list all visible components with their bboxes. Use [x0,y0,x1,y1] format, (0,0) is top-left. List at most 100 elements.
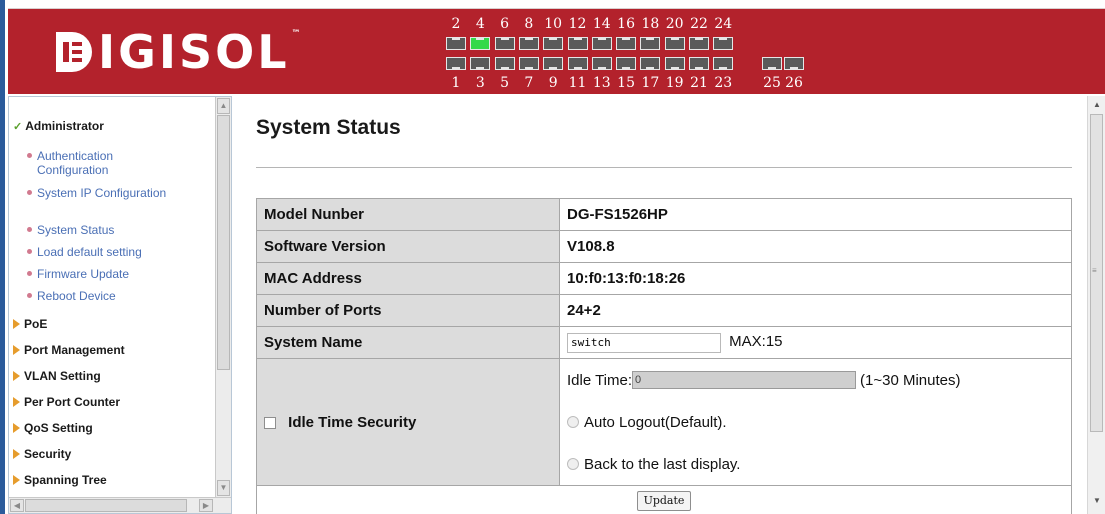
main-content: System Status Model Nunber DG-FS1526HP S… [234,96,1105,514]
sidebar-horizontal-scrollbar[interactable]: ◀ ▶ [9,497,231,513]
auto-logout-row[interactable]: Auto Logout(Default). [567,401,1064,443]
main-vertical-scrollbar[interactable]: ▲ ≡ ▼ [1087,96,1105,514]
port-label-1: 1 [451,75,461,91]
port-label-8: 8 [524,16,534,32]
port-label-20: 20 [665,16,684,32]
scroll-down-icon[interactable]: ▼ [1091,496,1103,505]
update-button[interactable]: Update [636,490,692,511]
port-9-icon[interactable] [543,57,564,70]
row-value: 24+2 [559,294,1072,327]
arrow-right-icon [13,475,20,485]
system-name-input[interactable] [567,332,721,353]
brand-trademark: ™ [291,29,301,39]
sidebar-group-qos-setting[interactable]: QoS Setting [13,421,93,435]
arrow-right-icon [13,449,20,459]
port-20-icon[interactable] [664,37,685,50]
sidebar-group-port-management[interactable]: Port Management [13,343,125,357]
port-8-icon[interactable] [518,37,539,50]
sidebar-group-poe[interactable]: PoE [13,317,47,331]
scroll-up-icon[interactable]: ▲ [217,98,230,114]
sidebar-group-spanning-tree[interactable]: Spanning Tree [13,473,107,487]
port-17-icon[interactable] [640,57,661,70]
port-label-23: 23 [714,75,733,91]
port-label-17: 17 [641,75,660,91]
row-label: MAC Address [256,262,560,295]
auto-logout-radio[interactable] [567,416,579,428]
port-4-icon[interactable] [470,37,491,50]
back-to-last-radio[interactable] [567,458,579,470]
sidebar-group-vlan-setting[interactable]: VLAN Setting [13,369,101,383]
idle-time-row: Idle Time: (1~30 Minutes) [567,359,1064,401]
sidebar-item-label: System IP Configuration [37,186,167,200]
sidebar-item-system-status[interactable]: System Status [27,223,167,237]
table-row: Number of Ports 24+2 [256,294,1072,327]
sidebar-group-administrator[interactable]: ✓ Administrator [13,119,104,133]
port-12-icon[interactable] [567,37,588,50]
port-6-icon[interactable] [494,37,515,50]
port-label-7: 7 [524,75,534,91]
port-15-icon[interactable] [616,57,637,70]
port-26-icon[interactable] [784,57,804,70]
idle-time-label: Idle Time: [567,371,633,389]
scrollbar-thumb[interactable] [25,499,187,512]
scrollbar-thumb[interactable] [217,115,230,370]
sidebar-item-reboot-device[interactable]: Reboot Device [27,289,167,303]
port-21-icon[interactable] [689,57,709,70]
sidebar-item-firmware-update[interactable]: Firmware Update [27,267,167,281]
port-7-icon[interactable] [518,57,539,70]
port-1-icon[interactable] [446,57,466,70]
port-18-icon[interactable] [640,37,661,50]
port-5-icon[interactable] [494,57,515,70]
idle-security-checkbox[interactable] [264,416,276,429]
sidebar-item-authentication-configuration[interactable]: Authentication Configuration [27,149,167,177]
port-22-icon[interactable] [689,37,709,50]
port-label-26: 26 [785,75,803,91]
sidebar-vertical-scrollbar[interactable]: ▲ ▼ [215,97,231,497]
system-name-cell: MAX:15 [559,326,1072,359]
port-25-icon[interactable] [762,57,782,70]
port-11-icon[interactable] [567,57,588,70]
sidebar-item-system-ip-configuration[interactable]: System IP Configuration [27,186,167,200]
scroll-down-icon[interactable]: ▼ [217,480,230,496]
arrow-right-icon [13,423,20,433]
port-label-24: 24 [714,16,733,32]
scroll-right-icon[interactable]: ▶ [199,499,213,512]
sidebar-group-per-port-counter[interactable]: Per Port Counter [13,395,120,409]
port-14-icon[interactable] [591,37,612,50]
port-23-icon[interactable] [713,57,734,70]
port-3-icon[interactable] [470,57,491,70]
port-24-icon[interactable] [713,37,734,50]
table-row: Idle Time Security Idle Time: (1~30 Minu… [256,358,1072,486]
port-label-11: 11 [568,75,587,91]
port-label-14: 14 [592,16,611,32]
sidebar: ✓ Administrator Authentication Configura… [8,96,232,514]
back-to-last-row[interactable]: Back to the last display. [567,443,1064,485]
row-label: Software Version [256,230,560,263]
port-label-12: 12 [568,16,587,32]
system-status-table: Model Nunber DG-FS1526HP Software Versio… [256,198,1072,514]
sidebar-group-label: Port Management [24,343,125,357]
sidebar-group-label: Administrator [25,119,104,133]
sidebar-item-load-default-setting[interactable]: Load default setting [27,245,167,259]
port-19-icon[interactable] [664,57,685,70]
port-16-icon[interactable] [616,37,637,50]
scroll-left-icon[interactable]: ◀ [10,499,24,512]
sidebar-group-label: VLAN Setting [24,369,101,383]
port-label-4: 4 [475,16,485,32]
port-label-19: 19 [665,75,684,91]
port-10-icon[interactable] [543,37,564,50]
logo-d-icon [56,32,92,72]
sidebar-item-label: System Status [37,223,115,237]
sidebar-item-label: Authentication Configuration [37,149,114,177]
idle-settings-cell: Idle Time: (1~30 Minutes) Auto Logout(De… [559,358,1072,486]
sidebar-group-label: PoE [24,317,48,331]
port-label-2: 2 [451,16,461,32]
scroll-up-icon[interactable]: ▲ [1091,100,1103,109]
sidebar-group-security[interactable]: Security [13,447,71,461]
port-label-16: 16 [617,16,635,32]
table-row: MAC Address 10:f0:13:f0:18:26 [256,262,1072,295]
bullet-icon [27,271,32,276]
port-13-icon[interactable] [591,57,612,70]
port-2-icon[interactable] [446,37,466,50]
idle-time-input[interactable] [632,371,857,389]
